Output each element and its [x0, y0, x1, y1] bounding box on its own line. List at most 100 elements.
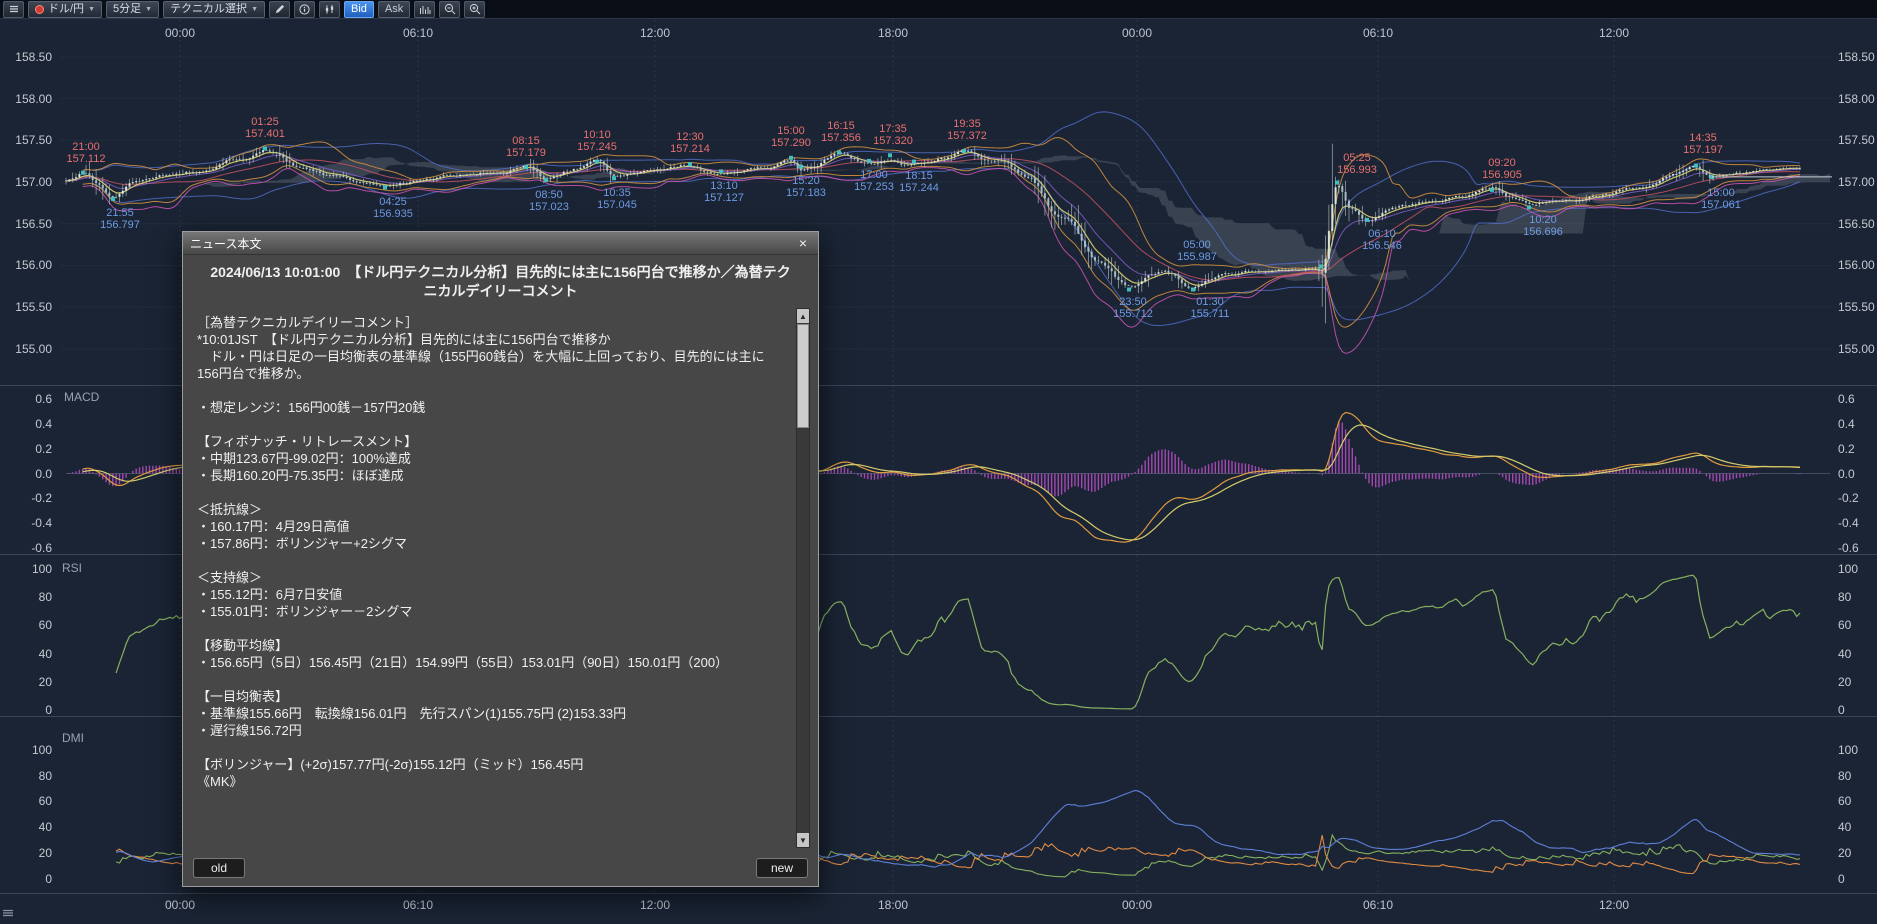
news-line: ・157.86円：ボリンジャー+2シグマ — [197, 535, 784, 552]
news-line: ・遅行線156.72円 — [197, 722, 784, 739]
bid-button[interactable]: Bid — [344, 1, 374, 18]
news-scroll-area[interactable]: ［為替テクニカルデイリーコメント］*10:01JST 【ドル円テクニカル分析】目… — [183, 308, 818, 850]
swing-marker — [1365, 218, 1369, 222]
toolbar: ドル/円 ▼ 5分足 ▼ テクニカル選択 ▼ Bid Ask — [0, 0, 1877, 19]
zoom-in-button[interactable] — [464, 1, 485, 18]
swing-marker — [1319, 265, 1323, 269]
chart-type-button[interactable] — [319, 1, 340, 18]
swing-marker — [612, 176, 616, 180]
news-line: ・160.17円：4月29日高値 — [197, 518, 784, 535]
close-icon[interactable]: × — [795, 235, 811, 251]
news-line — [197, 382, 784, 399]
histogram-icon — [419, 4, 431, 15]
news-line: *10:01JST 【ドル円テクニカル分析】目先的には主に156円台で推移か — [197, 331, 784, 348]
news-line — [197, 620, 784, 637]
swing-marker — [595, 160, 599, 164]
ask-button[interactable]: Ask — [378, 1, 410, 18]
news-dialog-footer: old new — [183, 850, 818, 886]
news-line: 【一目均衡表】 — [197, 688, 784, 705]
pair-flag-icon — [35, 5, 44, 14]
pair-label: ドル/円 — [48, 4, 84, 15]
news-line: ドル・円は日足の一目均衡表の基準線（155円60銭台）を大幅に上回っており、目先… — [197, 348, 784, 382]
news-line: ＜抵抗線＞ — [197, 501, 784, 518]
swing-marker — [688, 162, 692, 166]
new-button[interactable]: new — [756, 858, 808, 878]
swing-marker — [1527, 205, 1531, 209]
bid-label: Bid — [351, 4, 367, 15]
swing-marker — [111, 197, 115, 201]
zoom-in-icon — [469, 3, 481, 15]
app-menu-button[interactable] — [3, 1, 24, 18]
technical-label: テクニカル選択 — [170, 4, 247, 15]
scrollbar-thumb[interactable] — [797, 324, 809, 428]
news-line: ・156.65円（5日）156.45円（21日）154.99円（55日）153.… — [197, 654, 784, 671]
info-icon — [299, 4, 310, 15]
news-line: ・155.12円：6月7日安値 — [197, 586, 784, 603]
pencil-icon — [274, 4, 285, 15]
news-line: ・中期123.67円-99.02円：100%達成 — [197, 450, 784, 467]
swing-marker — [888, 153, 892, 157]
timeframe-label: 5分足 — [113, 4, 141, 15]
bottom-menu-icon[interactable] — [2, 904, 14, 922]
indicator-button[interactable] — [414, 1, 435, 18]
news-line: ・想定レンジ：156円00銭－157円20銭 — [197, 399, 784, 416]
scrollbar[interactable]: ▲ ▼ — [796, 308, 810, 848]
news-line: ［為替テクニカルデイリーコメント］ — [197, 314, 784, 331]
news-line: ・長期160.20円-75.35円：ほぼ達成 — [197, 467, 784, 484]
swing-marker — [962, 149, 966, 153]
news-line: 【移動平均線】 — [197, 637, 784, 654]
menu-icon — [9, 4, 19, 14]
trading-app-window: ドル/円 ▼ 5分足 ▼ テクニカル選択 ▼ Bid Ask 158.50158… — [0, 0, 1877, 924]
news-body: ［為替テクニカルデイリーコメント］*10:01JST 【ドル円テクニカル分析】目… — [197, 314, 784, 790]
currency-pair-select[interactable]: ドル/円 ▼ — [28, 1, 102, 18]
swing-marker — [81, 171, 85, 175]
swing-marker — [524, 165, 528, 169]
swing-marker — [1490, 188, 1494, 192]
swing-marker — [1694, 164, 1698, 168]
candlestick-icon — [324, 4, 335, 15]
macd-panel-label: MACD — [64, 390, 99, 404]
timeframe-select[interactable]: 5分足 ▼ — [106, 1, 159, 18]
swing-marker — [837, 150, 841, 154]
swing-marker — [912, 160, 916, 164]
news-line — [197, 671, 784, 688]
draw-line-button[interactable] — [269, 1, 290, 18]
swing-marker — [1127, 288, 1131, 292]
swing-marker — [719, 169, 723, 173]
news-dialog: ニュース本文 × 2024/06/13 10:01:00 【ドル円テクニカル分析… — [182, 231, 819, 887]
info-button[interactable] — [294, 1, 315, 18]
news-line — [197, 552, 784, 569]
news-dialog-titlebar[interactable]: ニュース本文 × — [183, 232, 818, 255]
technical-select-button[interactable]: テクニカル選択 ▼ — [163, 1, 265, 18]
chevron-down-icon: ▼ — [251, 6, 258, 13]
swing-marker — [867, 159, 871, 163]
swing-marker — [383, 185, 387, 189]
news-line — [197, 484, 784, 501]
chevron-down-icon: ▼ — [88, 6, 95, 13]
news-line: 【ボリンジャー】(+2σ)157.77円(-2σ)155.12円（ミッド）156… — [197, 756, 784, 773]
zoom-out-icon — [444, 3, 456, 15]
chevron-down-icon: ▼ — [145, 6, 152, 13]
news-headline: 2024/06/13 10:01:00 【ドル円テクニカル分析】目先的には主に1… — [209, 263, 792, 301]
swing-marker — [544, 178, 548, 182]
swing-marker — [799, 165, 803, 169]
swing-marker — [789, 156, 793, 160]
news-line — [197, 416, 784, 433]
swing-marker — [1335, 181, 1339, 185]
scroll-down-arrow-icon[interactable]: ▼ — [797, 833, 809, 847]
ask-label: Ask — [385, 4, 403, 15]
swing-marker — [1191, 288, 1195, 292]
news-line: ＜支持線＞ — [197, 569, 784, 586]
news-line: ・基準線155.66円 転換線156.01円 先行スパン(1)155.75円 (… — [197, 705, 784, 722]
zoom-out-button[interactable] — [439, 1, 460, 18]
swing-marker — [263, 147, 267, 151]
old-button[interactable]: old — [193, 858, 245, 878]
news-line — [197, 739, 784, 756]
dmi-panel-label: DMI — [62, 731, 84, 745]
news-line: 《MK》 — [197, 773, 784, 790]
rsi-panel-label: RSI — [62, 561, 82, 575]
news-dialog-title: ニュース本文 — [190, 235, 261, 252]
news-line: ・155.01円：ボリンジャー－2シグマ — [197, 603, 784, 620]
scroll-up-arrow-icon[interactable]: ▲ — [797, 309, 809, 323]
news-line: 【フィボナッチ・リトレースメント】 — [197, 433, 784, 450]
